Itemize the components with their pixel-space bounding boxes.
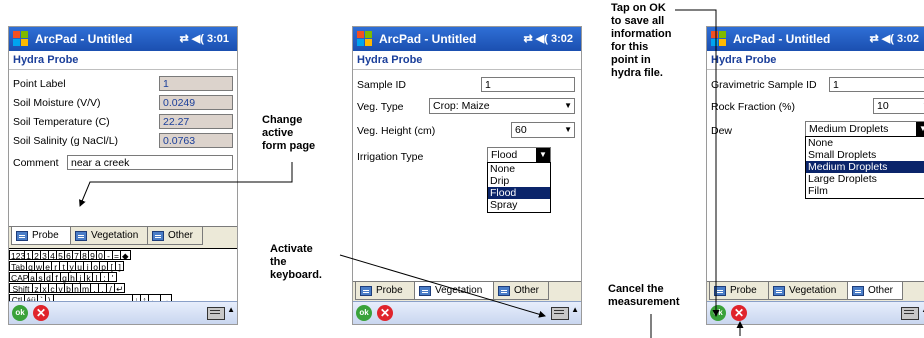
arrow-to-keyboard-button (339, 254, 546, 318)
arrow-to-vegetation-tab (79, 162, 293, 207)
arrow-to-ok-button (675, 9, 720, 317)
annotation-arrows (79, 9, 744, 338)
